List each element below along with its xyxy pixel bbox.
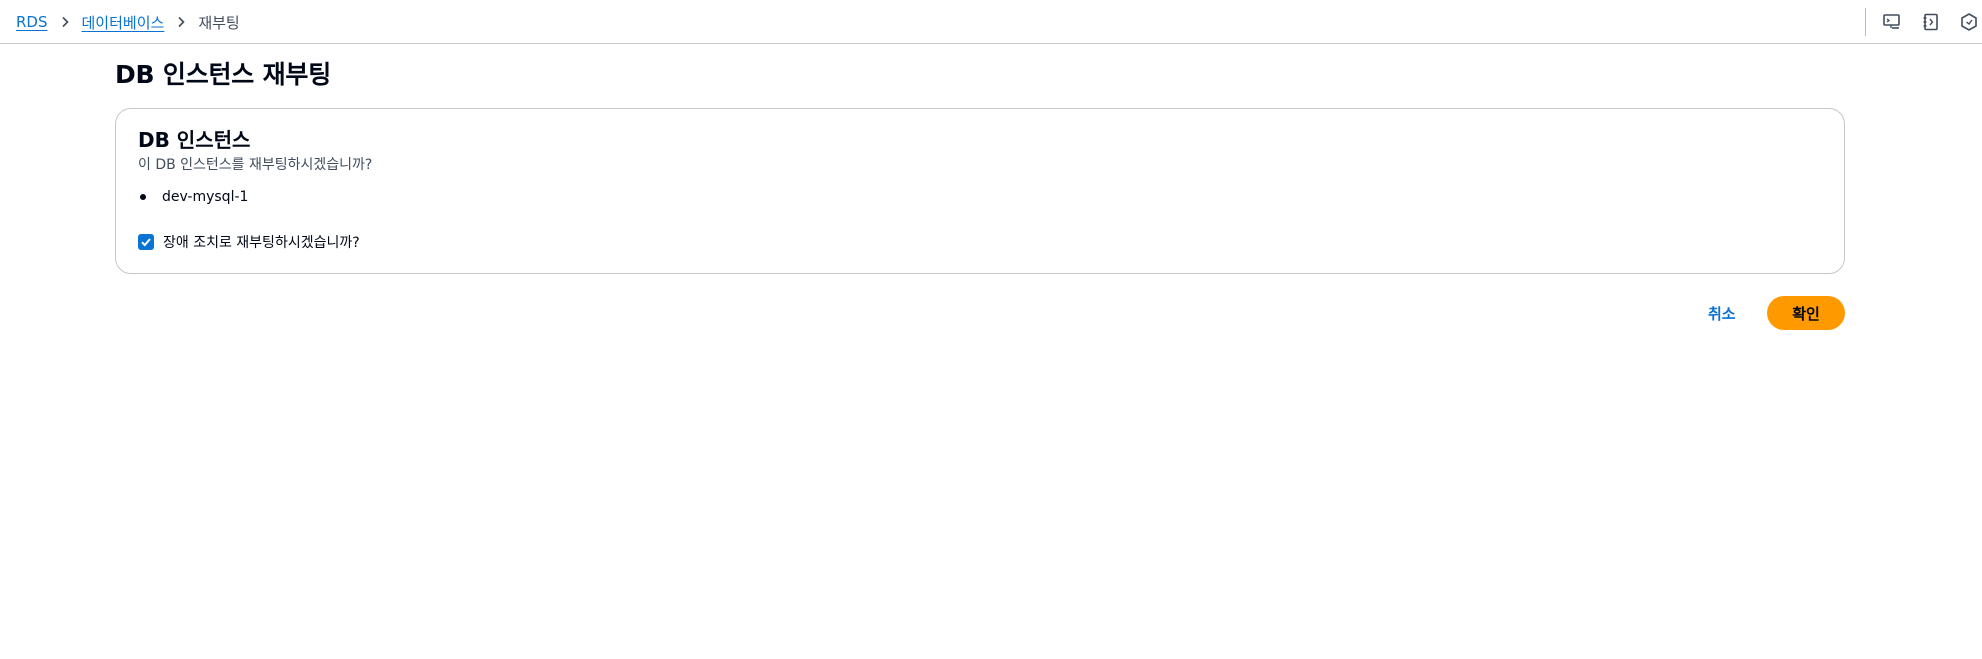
failover-checkbox[interactable] (138, 234, 154, 250)
breadcrumb-rds[interactable]: RDS (16, 13, 48, 31)
db-instance-card: DB 인스턴스 이 DB 인스턴스를 재부팅하시겠습니까? dev-mysql-… (115, 108, 1845, 274)
list-item: dev-mysql-1 (138, 189, 248, 205)
toolbar-divider (1865, 8, 1866, 36)
card-title: DB 인스턴스 (138, 128, 251, 152)
breadcrumb-databases[interactable]: 데이터베이스 (82, 12, 165, 33)
breadcrumb-reboot: 재부팅 (198, 13, 240, 32)
bullet-icon (140, 194, 146, 200)
breadcrumb: RDS 데이터베이스 재부팅 (16, 12, 240, 32)
instance-name: dev-mysql-1 (162, 189, 249, 205)
failover-checkbox-row[interactable]: 장애 조치로 재부팅하시겠습니까? (138, 232, 360, 252)
checkmark-icon (141, 238, 151, 247)
cancel-button[interactable]: 취소 (1700, 296, 1744, 330)
card-description: 이 DB 인스턴스를 재부팅하시겠습니까? (138, 157, 373, 173)
instance-list: dev-mysql-1 (138, 189, 248, 205)
chevron-right-icon (48, 16, 82, 28)
page-title: DB 인스턴스 재부팅 (115, 60, 332, 89)
notebook-icon[interactable] (1921, 12, 1941, 32)
settings-hex-icon[interactable] (1959, 12, 1979, 32)
confirm-button[interactable]: 확인 (1767, 296, 1845, 330)
top-navigation-bar: RDS 데이터베이스 재부팅 (0, 0, 1982, 44)
failover-label: 장애 조치로 재부팅하시겠습니까? (163, 235, 360, 251)
chevron-right-icon (164, 16, 198, 28)
monitor-icon[interactable] (1882, 12, 1902, 32)
